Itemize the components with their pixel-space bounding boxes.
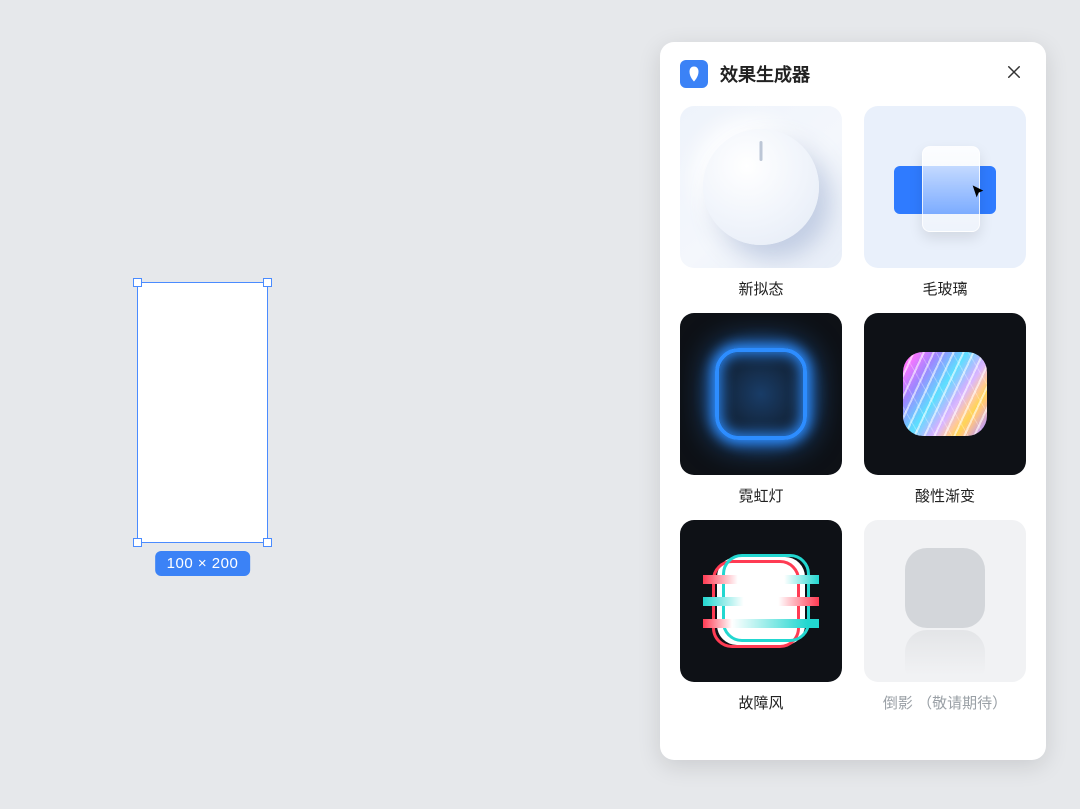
resize-handle-top-right[interactable] — [263, 278, 272, 287]
effects-panel: 效果生成器 新拟态 毛玻璃 — [660, 42, 1046, 760]
effect-label: 酸性渐变 — [915, 485, 975, 506]
panel-header: 效果生成器 — [680, 60, 1026, 88]
resize-handle-top-left[interactable] — [133, 278, 142, 287]
selection-size-badge: 100 × 200 — [155, 551, 251, 576]
close-icon — [1005, 63, 1023, 86]
effect-neumorphism[interactable]: 新拟态 — [680, 106, 842, 299]
effect-label: 倒影 （敬请期待） — [883, 692, 1007, 713]
resize-handle-bottom-right[interactable] — [263, 538, 272, 547]
effect-label: 霓虹灯 — [738, 485, 783, 506]
effect-glitch[interactable]: 故障风 — [680, 520, 842, 713]
effect-neumorphism-preview — [680, 106, 842, 268]
selected-rectangle[interactable]: 100 × 200 — [137, 282, 268, 543]
close-button[interactable] — [1002, 62, 1026, 86]
panel-title: 效果生成器 — [720, 61, 990, 87]
effect-frosted-glass-preview — [864, 106, 1026, 268]
effect-label: 毛玻璃 — [922, 278, 967, 299]
effects-grid: 新拟态 毛玻璃 霓虹灯 酸性渐变 — [680, 106, 1026, 713]
effect-reflection-preview — [864, 520, 1026, 682]
effect-neon-preview — [680, 313, 842, 475]
effect-label: 故障风 — [738, 692, 783, 713]
resize-handle-bottom-left[interactable] — [133, 538, 142, 547]
cursor-icon — [970, 184, 986, 205]
effect-glitch-preview — [680, 520, 842, 682]
effect-neon[interactable]: 霓虹灯 — [680, 313, 842, 506]
effect-frosted-glass[interactable]: 毛玻璃 — [864, 106, 1026, 299]
app-icon — [680, 60, 708, 88]
effect-acid-gradient[interactable]: 酸性渐变 — [864, 313, 1026, 506]
effect-acid-gradient-preview — [864, 313, 1026, 475]
effect-label: 新拟态 — [738, 278, 783, 299]
effect-reflection: 倒影 （敬请期待） — [864, 520, 1026, 713]
